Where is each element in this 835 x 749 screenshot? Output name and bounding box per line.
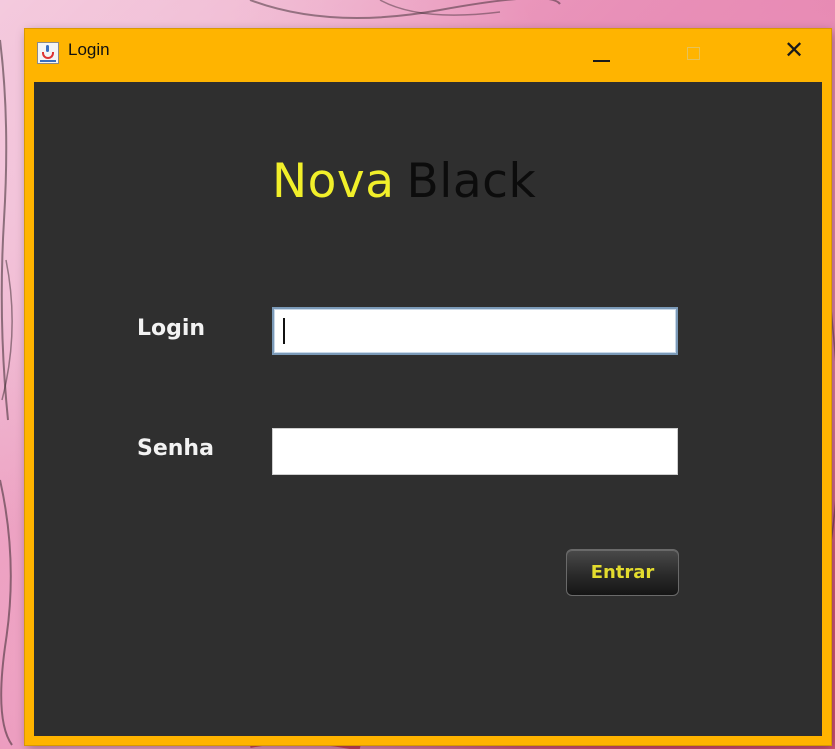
steam-shape: [46, 45, 49, 52]
senha-label: Senha: [137, 436, 214, 461]
minimize-icon: [593, 60, 610, 62]
login-label: Login: [137, 316, 206, 341]
java-cup-icon[interactable]: [37, 42, 59, 64]
window-title: Login: [68, 40, 110, 59]
brand-nova: Nova: [272, 154, 395, 209]
text-caret: [283, 318, 285, 344]
minimize-button[interactable]: [575, 29, 625, 82]
desktop-background: Login ✕ Nova Black Login Senha Entrar: [0, 0, 835, 749]
title-bar[interactable]: Login ✕: [25, 29, 831, 82]
entrar-button[interactable]: Entrar: [566, 549, 679, 596]
saucer-shape: [40, 60, 56, 62]
login-panel: Nova Black Login Senha Entrar: [34, 82, 822, 736]
login-input[interactable]: [272, 307, 678, 355]
maximize-icon: [687, 47, 700, 60]
cup-shape: [42, 52, 54, 59]
close-icon: ✕: [784, 36, 805, 64]
brand-black: Black: [406, 154, 537, 209]
senha-input[interactable]: [272, 428, 678, 475]
login-window: Login ✕ Nova Black Login Senha Entrar: [25, 29, 831, 745]
brand-logo: Nova Black: [272, 154, 536, 209]
maximize-button[interactable]: [670, 29, 720, 82]
close-button[interactable]: ✕: [770, 29, 820, 82]
